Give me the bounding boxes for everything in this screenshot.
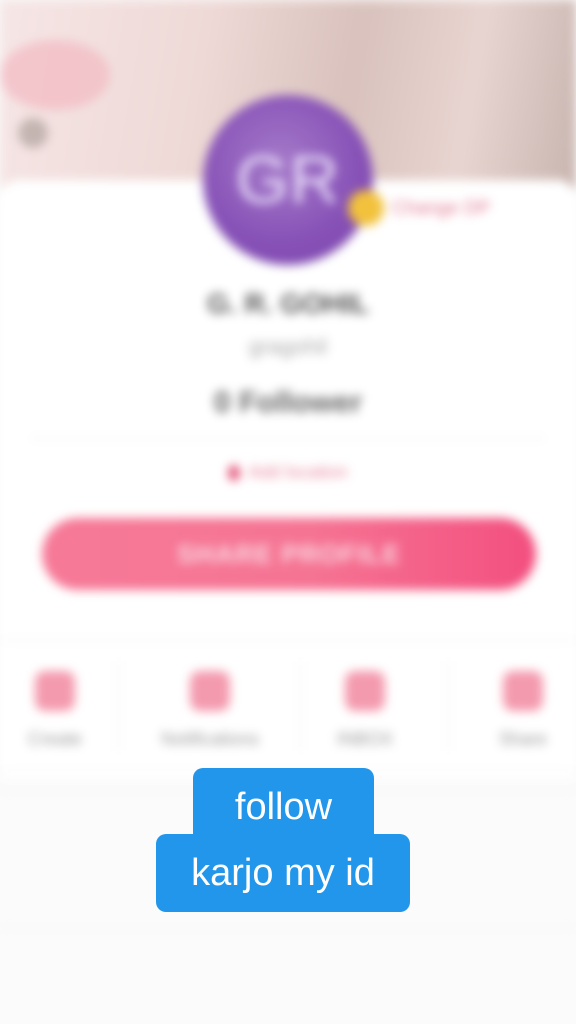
- cover-decoration: [0, 40, 110, 110]
- inbox-label: INBOX: [336, 729, 393, 749]
- change-dp-badge[interactable]: Change DP: [348, 190, 516, 226]
- camera-icon: [35, 671, 75, 711]
- change-dp-label: Change DP: [392, 198, 491, 219]
- share-label: Share: [498, 729, 548, 749]
- action-separator: [448, 661, 449, 751]
- bell-icon: [190, 671, 230, 711]
- profile-name: G. R. GOHIL: [207, 288, 369, 319]
- divider: [0, 928, 576, 929]
- action-separator: [300, 661, 301, 751]
- profile-handle: gragohil: [248, 334, 328, 359]
- share-action[interactable]: Share: [478, 641, 568, 771]
- share-icon: [503, 671, 543, 711]
- location-label: Add location: [248, 462, 348, 482]
- avatar-initials: GR: [236, 142, 340, 218]
- action-separator: [118, 661, 119, 751]
- back-icon[interactable]: [18, 118, 48, 148]
- create-action[interactable]: Create: [20, 641, 90, 771]
- notifications-action[interactable]: Notifications: [140, 641, 280, 771]
- create-label: Create: [27, 729, 83, 749]
- emoji-icon: [348, 190, 384, 226]
- location-pin-icon: [228, 465, 241, 482]
- add-location-link[interactable]: Add location: [0, 462, 576, 483]
- inbox-action[interactable]: INBOX: [320, 641, 410, 771]
- avatar[interactable]: GR: [203, 95, 373, 265]
- divider: [30, 438, 546, 439]
- action-bar: Create Notifications INBOX Share: [0, 640, 576, 772]
- caption-line-2: karjo my id: [156, 834, 410, 912]
- chat-icon: [345, 671, 385, 711]
- notifications-label: Notifications: [160, 729, 260, 749]
- follower-count[interactable]: 0 Follower: [0, 386, 576, 420]
- share-profile-button[interactable]: SHARE PROFILE: [42, 518, 536, 590]
